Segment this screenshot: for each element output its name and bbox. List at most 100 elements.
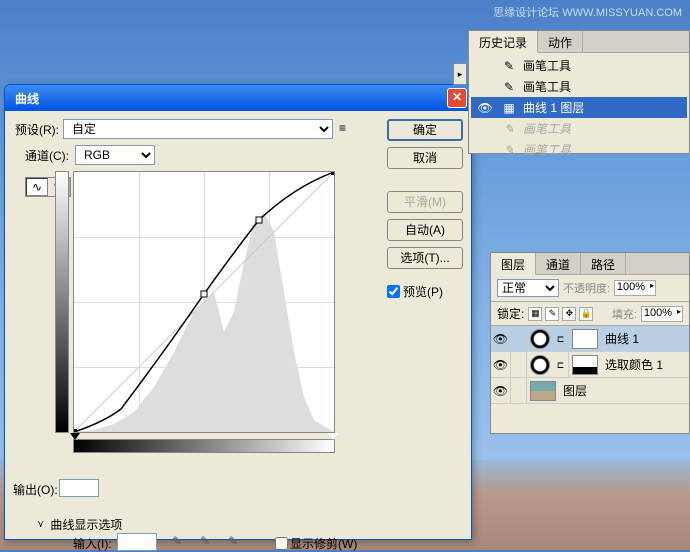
lock-pixels-icon[interactable]: ✎: [545, 307, 559, 321]
output-label: 输出(O):: [13, 481, 58, 498]
preset-select[interactable]: 自定: [63, 119, 333, 139]
layer-icon: ▦: [501, 101, 517, 115]
layer-thumb[interactable]: [530, 381, 556, 401]
link-col[interactable]: [511, 326, 527, 351]
preset-menu-icon[interactable]: ≡: [339, 121, 355, 137]
display-options-toggle[interactable]: ⋎ 曲线显示选项: [37, 516, 122, 533]
fill-value[interactable]: 100%: [641, 306, 683, 322]
preview-label: 预览(P): [403, 283, 443, 300]
dialog-titlebar[interactable]: 曲线 ✕: [5, 85, 471, 111]
fill-label: 填充:: [612, 306, 637, 322]
adjustment-thumb[interactable]: [530, 329, 550, 349]
preset-label: 预设(R):: [15, 121, 59, 138]
preview-check[interactable]: 预览(P): [387, 283, 463, 300]
show-clipping-check[interactable]: 显示修剪(W): [275, 535, 357, 552]
layer-name[interactable]: 选取颜色 1: [601, 356, 689, 373]
history-item-label: 画笔工具: [523, 120, 571, 137]
layer-mask-thumb[interactable]: [572, 355, 598, 375]
lock-row: 锁定: ▦ ✎ ✥ 🔒 填充: 100%: [491, 302, 689, 326]
adjustment-thumb[interactable]: [530, 355, 550, 375]
layers-controls: 正常 不透明度: 100%: [491, 275, 689, 302]
opacity-value[interactable]: 100%: [614, 280, 656, 296]
auto-button[interactable]: 自动(A): [387, 219, 463, 241]
history-item[interactable]: 👁 ▦ 曲线 1 图层: [471, 97, 687, 118]
show-clipping-checkbox[interactable]: [275, 537, 288, 550]
eyedropper-group: ✎ ✎ ✎: [167, 531, 243, 551]
link-col[interactable]: [511, 378, 527, 403]
brush-icon: ✎: [501, 59, 517, 73]
visibility-icon[interactable]: 👁: [491, 326, 511, 351]
brush-icon: ✎: [501, 122, 517, 136]
dialog-title: 曲线: [9, 90, 447, 107]
curve-tool-point-icon[interactable]: ∿: [26, 178, 48, 196]
visibility-icon[interactable]: 👁: [491, 352, 511, 377]
black-point-slider[interactable]: [70, 433, 80, 440]
lock-icons: ▦ ✎ ✥ 🔒: [528, 307, 593, 321]
brush-icon: ✎: [501, 143, 517, 157]
cancel-button[interactable]: 取消: [387, 147, 463, 169]
layer-row[interactable]: 👁 ⊏ 曲线 1: [491, 326, 689, 352]
dialog-body: 预设(R): 自定 ≡ 通道(C): RGB ∿ ✎: [5, 111, 471, 539]
layer-mask-thumb[interactable]: [572, 329, 598, 349]
link-col[interactable]: [511, 352, 527, 377]
white-point-slider[interactable]: [328, 433, 338, 440]
history-item-label: 画笔工具: [523, 78, 571, 95]
panel-collapse-icon[interactable]: ▸: [453, 63, 467, 85]
history-item-label: 画笔工具: [523, 57, 571, 74]
visibility-icon[interactable]: 👁: [491, 378, 511, 403]
history-item-label: 画笔工具: [523, 141, 571, 158]
input-gradient[interactable]: [73, 439, 335, 453]
link-icon[interactable]: ⊏: [553, 326, 569, 351]
lock-all-icon[interactable]: 🔒: [579, 307, 593, 321]
lock-position-icon[interactable]: ✥: [562, 307, 576, 321]
tab-layers[interactable]: 图层: [491, 253, 536, 275]
tab-history[interactable]: 历史记录: [469, 31, 538, 53]
history-item[interactable]: ✎ 画笔工具: [471, 76, 687, 97]
layer-row[interactable]: 👁 图层: [491, 378, 689, 404]
options-button[interactable]: 选项(T)...: [387, 247, 463, 269]
tab-channels[interactable]: 通道: [536, 253, 581, 274]
opacity-label: 不透明度:: [563, 280, 610, 296]
layer-row[interactable]: 👁 ⊏ 选取颜色 1: [491, 352, 689, 378]
eye-icon[interactable]: 👁: [475, 101, 495, 115]
show-clipping-label: 显示修剪(W): [290, 535, 357, 552]
brush-icon: ✎: [501, 80, 517, 94]
curve-path: [74, 172, 334, 432]
watermark-text: 思缘设计论坛 WWW.MISSYUAN.COM: [493, 4, 682, 20]
link-icon[interactable]: ⊏: [553, 352, 569, 377]
layers-tabs: 图层 通道 路径: [491, 253, 689, 275]
eyedropper-white-icon[interactable]: ✎: [223, 531, 243, 551]
eyedropper-gray-icon[interactable]: ✎: [195, 531, 215, 551]
channel-label: 通道(C):: [25, 147, 69, 164]
ok-button[interactable]: 确定: [387, 119, 463, 141]
preview-checkbox[interactable]: [387, 285, 400, 298]
history-item-label: 曲线 1 图层: [523, 99, 584, 116]
input-label: 输入(I):: [73, 535, 112, 552]
tab-paths[interactable]: 路径: [581, 253, 626, 274]
curve-area: [73, 171, 381, 453]
layers-panel: 图层 通道 路径 正常 不透明度: 100% 锁定: ▦ ✎ ✥ 🔒 填充: 1…: [490, 252, 690, 434]
history-item[interactable]: ✎ 画笔工具: [471, 55, 687, 76]
display-options-label: 曲线显示选项: [50, 516, 122, 533]
expand-icon: ⋎: [37, 519, 44, 530]
history-tabs: 历史记录 动作: [469, 31, 689, 53]
history-item[interactable]: ✎ 画笔工具: [471, 118, 687, 139]
blend-mode-select[interactable]: 正常: [497, 279, 559, 297]
input-input[interactable]: [117, 533, 157, 551]
layer-name[interactable]: 图层: [559, 382, 689, 399]
dialog-buttons: 确定 取消 平滑(M) 自动(A) 选项(T)... 预览(P): [387, 119, 463, 300]
eyedropper-black-icon[interactable]: ✎: [167, 531, 187, 551]
layer-name[interactable]: 曲线 1: [601, 330, 689, 347]
history-item[interactable]: ✎ 画笔工具: [471, 139, 687, 160]
lock-transparency-icon[interactable]: ▦: [528, 307, 542, 321]
channel-select[interactable]: RGB: [75, 145, 155, 165]
lock-label: 锁定:: [497, 305, 524, 322]
close-icon[interactable]: ✕: [447, 88, 467, 108]
output-input[interactable]: [59, 479, 99, 497]
tab-actions[interactable]: 动作: [538, 31, 583, 52]
output-gradient: [55, 171, 69, 433]
history-panel: ▸ 历史记录 动作 ✎画笔工具 ✎画笔工具 👁▦曲线 1 图层 ✎画笔工具 ✎画…: [468, 30, 690, 154]
curve-graph[interactable]: [73, 171, 335, 433]
smooth-button: 平滑(M): [387, 191, 463, 213]
curves-dialog: 曲线 ✕ 预设(R): 自定 ≡ 通道(C): RGB ∿ ✎: [4, 84, 472, 540]
